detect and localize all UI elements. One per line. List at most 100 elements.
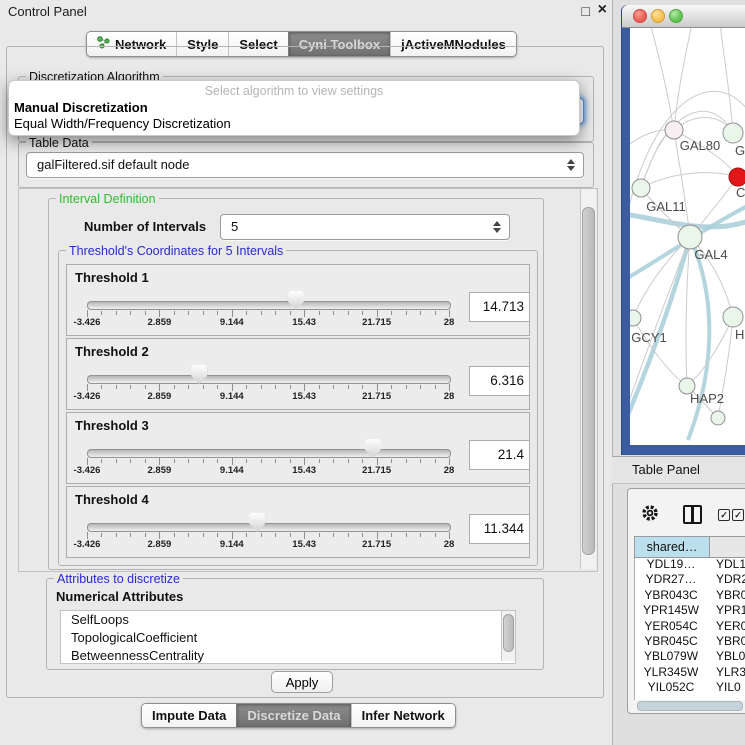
gear-icon[interactable] xyxy=(641,504,659,522)
network-view-window: GAL80GACGAL11GAL4GCY1HHAP2 xyxy=(622,5,745,455)
numerical-attributes-list[interactable]: SelfLoopsTopologicalCoefficientBetweenne… xyxy=(60,610,516,664)
slider-tick xyxy=(188,459,189,463)
table-data-value: galFiltered.sif default node xyxy=(37,157,189,172)
slider-track[interactable] xyxy=(87,449,451,458)
network-node-gal11[interactable] xyxy=(632,179,650,197)
list-item-topologicalcoefficient[interactable]: TopologicalCoefficient xyxy=(61,629,515,647)
slider-tick xyxy=(348,311,349,315)
threshold-value-field[interactable]: 14.713 xyxy=(469,292,530,322)
threshold-value-field[interactable]: 6.316 xyxy=(469,366,530,396)
network-node-gcy1[interactable] xyxy=(630,310,641,326)
table-row[interactable]: YBL079WYBL0 xyxy=(634,649,745,664)
split-columns-icon[interactable] xyxy=(683,505,702,524)
list-item-selfloops[interactable]: SelfLoops xyxy=(61,611,515,629)
table-data-combobox[interactable]: galFiltered.sif default node xyxy=(26,152,584,178)
zoom-window-icon[interactable] xyxy=(669,9,683,23)
column-header-shared[interactable]: shared… xyxy=(634,536,710,558)
cell-shared-name: YBR045C xyxy=(634,634,708,649)
slider-tick xyxy=(101,533,102,537)
threshold-value-field[interactable]: 21.4 xyxy=(469,440,530,470)
table-hscrollbar-thumb[interactable] xyxy=(637,701,743,711)
slider-tick xyxy=(290,459,291,463)
table-row[interactable]: YIL052CYIL0 xyxy=(634,680,745,695)
axis-tick-label: 15.43 xyxy=(292,539,316,550)
control-panel-titlebar: Control Panel □ × xyxy=(0,0,612,24)
slider-tick xyxy=(246,533,247,537)
settings-scrollbar-track[interactable] xyxy=(580,189,596,569)
cell-name: YPR1 xyxy=(716,603,745,618)
slider-tick xyxy=(174,459,175,463)
close-panel-icon[interactable]: × xyxy=(598,1,607,19)
bottom-tab-infer-network[interactable]: Infer Network xyxy=(351,704,455,727)
table-row[interactable]: YER054CYER0 xyxy=(634,619,745,634)
table-row[interactable]: YLR345WYLR3 xyxy=(634,665,745,680)
cell-name: YBL0 xyxy=(716,649,745,664)
bottom-tab-impute-data[interactable]: Impute Data xyxy=(142,704,236,727)
table-row[interactable]: YDR27…YDR2 xyxy=(634,572,745,587)
threshold-label: Threshold 1 xyxy=(75,270,149,285)
checkbox-icon[interactable]: ✓ xyxy=(732,509,744,521)
network-node-h[interactable] xyxy=(723,307,743,327)
cell-name: YDL1 xyxy=(716,557,745,572)
slider-tick xyxy=(101,311,102,315)
network-canvas[interactable]: GAL80GACGAL11GAL4GCY1HHAP2 xyxy=(630,28,745,445)
slider-tick xyxy=(203,311,204,315)
slider-tick xyxy=(203,459,204,463)
table-row[interactable]: YDL19… YDL1 xyxy=(634,557,745,572)
network-node-c[interactable] xyxy=(729,168,745,186)
settings-scrollbar-thumb[interactable] xyxy=(582,207,595,555)
dropdown-option-equal-width-frequency-discretization[interactable]: Equal Width/Frequency Discretization xyxy=(14,116,231,131)
dropdown-option-manual-discretization[interactable]: Manual Discretization xyxy=(14,100,148,115)
network-edge xyxy=(641,130,674,188)
axis-tick-label: 21.715 xyxy=(362,317,391,328)
network-node[interactable] xyxy=(711,411,725,425)
column-header-name[interactable]: n xyxy=(709,536,745,558)
threshold-value-field[interactable]: 11.344 xyxy=(469,514,530,544)
network-node-gal4[interactable] xyxy=(678,225,702,249)
list-item-betweennesscentrality[interactable]: BetweennessCentrality xyxy=(61,647,515,664)
network-edge-thick xyxy=(688,237,709,440)
checkbox-icon[interactable]: ✓ xyxy=(718,509,730,521)
attributes-scrollbar-thumb[interactable] xyxy=(503,614,514,652)
apply-button[interactable]: Apply xyxy=(271,671,333,693)
cell-shared-name: YDL19… xyxy=(634,557,708,572)
slider-tick xyxy=(377,384,378,391)
table-row[interactable]: YBR045C YBR0 xyxy=(634,634,745,649)
table-panel-header: Table Panel xyxy=(612,456,745,484)
slider-tick xyxy=(261,533,262,537)
axis-tick-label: 15.43 xyxy=(292,465,316,476)
slider-tick xyxy=(232,384,233,391)
slider-tick xyxy=(377,458,378,465)
slider-tick xyxy=(290,385,291,389)
spinner-arrows-icon xyxy=(493,220,501,234)
threshold-panel-2: Threshold 2-3.4262.8599.14415.4321.71528… xyxy=(66,338,530,410)
slider-tick xyxy=(159,532,160,539)
table-row[interactable]: YPR145WYPR1 xyxy=(634,603,745,618)
slider-tick xyxy=(333,385,334,389)
cell-name: YBR0 xyxy=(716,634,745,649)
bottom-tab-discretize-data[interactable]: Discretize Data xyxy=(236,704,350,727)
screen: Control Panel □ × NetworkStyleSelectCyni… xyxy=(0,0,745,745)
slider-tick xyxy=(362,533,363,537)
slider-track[interactable] xyxy=(87,375,451,384)
minimize-window-icon[interactable] xyxy=(651,9,665,23)
slider-tick xyxy=(130,459,131,463)
table-row[interactable]: YBR043CYBR0 xyxy=(634,588,745,603)
attributes-scrollbar-track[interactable] xyxy=(501,611,515,661)
control-panel-window: Control Panel □ × NetworkStyleSelectCyni… xyxy=(0,0,613,745)
slider-tick xyxy=(116,385,117,389)
float-window-icon[interactable]: □ xyxy=(582,3,590,19)
close-window-icon[interactable] xyxy=(633,9,647,23)
network-node-gal80[interactable] xyxy=(665,121,683,139)
slider-track[interactable] xyxy=(87,301,451,310)
network-node-ga[interactable] xyxy=(723,123,743,143)
cell-name: YIL0 xyxy=(716,680,741,695)
table-data-label: Table Data xyxy=(26,136,92,150)
number-of-intervals-spinner[interactable]: 5 xyxy=(220,214,510,240)
axis-tick-label: 2.859 xyxy=(148,465,172,476)
axis-tick-label: 21.715 xyxy=(362,465,391,476)
slider-track[interactable] xyxy=(87,523,451,532)
slider-tick xyxy=(304,384,305,391)
slider-tick xyxy=(420,533,421,537)
network-node-label: GAL11 xyxy=(646,199,686,214)
